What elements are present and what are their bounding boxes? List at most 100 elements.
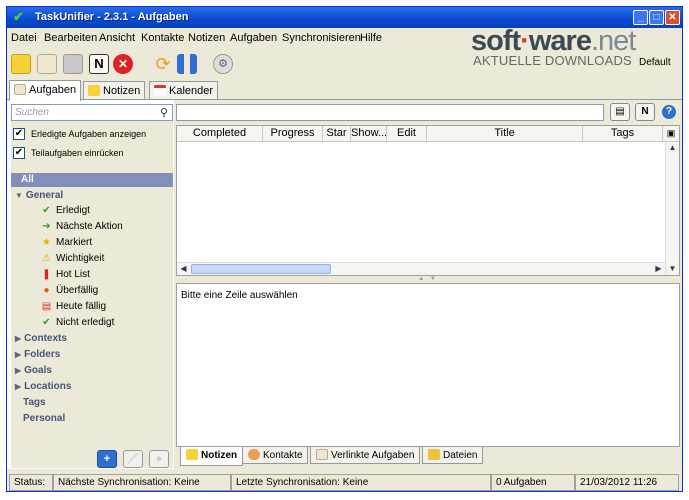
scroll-up-icon[interactable]: ▲ <box>666 142 679 154</box>
tree-item-ueberfaellig[interactable]: ● Überfällig <box>41 285 98 296</box>
scroll-right-icon[interactable]: ▶ <box>652 263 665 275</box>
note-button[interactable]: N <box>635 103 655 121</box>
next-action-icon: ➔ <box>42 221 51 232</box>
menu-hilfe[interactable]: Hilfe <box>360 32 382 44</box>
calendar-tab-icon <box>154 85 166 96</box>
tab-notizen-label: Notizen <box>103 85 141 97</box>
tree-group-locations[interactable]: ▶ Locations <box>15 381 71 392</box>
column-chooser-icon[interactable]: ▣ <box>663 126 679 142</box>
settings-icon[interactable]: ⚙ <box>213 54 233 74</box>
split-divider[interactable]: · · · · · · · ▲ ▼ · · · · · · · <box>176 276 680 283</box>
sidebar: Suchen ⚲ ✔ Erledigte Aufgaben anzeigen ✔ … <box>11 104 173 468</box>
collapsed-arrow-icon: ▶ <box>15 382 22 391</box>
status-bar: Status: Nächste Synchronisation: Keine L… <box>7 472 682 491</box>
category-tree: All ▼ General ✔ Erledigt ➔ Nächste Aktion ★… <box>11 173 173 433</box>
content-pane: ▤ N ? Completed Progress Star Show... Ed… <box>174 100 682 470</box>
column-star[interactable]: Star <box>323 126 351 142</box>
tree-item-nicht-erledigt[interactable]: ✔ Nicht erledigt <box>41 317 114 328</box>
menu-bearbeiten[interactable]: Bearbeiten <box>44 32 97 44</box>
search-placeholder: Suchen <box>15 107 49 118</box>
task-table: Completed Progress Star Show... Edit Tit… <box>176 125 680 276</box>
tab-aufgaben[interactable]: Aufgaben <box>9 80 82 101</box>
indent-subtasks-label: Teilaufgaben einrücken <box>31 148 124 158</box>
edit-category-button[interactable]: ／ <box>123 450 143 468</box>
tree-item-hot-list[interactable]: ❚ Hot List <box>41 269 90 280</box>
main-tabs: Aufgaben Notizen Kalender <box>7 80 682 101</box>
window-title: TaskUnifier - 2.3.1 - Aufgaben <box>35 11 189 23</box>
tree-group-folders[interactable]: ▶ Folders <box>15 349 60 360</box>
horizontal-scrollbar[interactable]: ◀ ▶ <box>177 262 665 275</box>
show-completed-checkbox[interactable]: ✔ <box>13 128 25 140</box>
pause-icon[interactable] <box>177 54 197 74</box>
sync-icon[interactable]: ⟳ <box>153 54 173 74</box>
tab-notizen[interactable]: Notizen <box>83 81 146 100</box>
app-window: ✔ TaskUnifier - 2.3.1 - Aufgaben _ □ ✕ D… <box>6 6 683 492</box>
tab-detail-kontakte[interactable]: Kontakte <box>242 447 309 464</box>
status-datetime: 21/03/2012 11:26 <box>575 474 679 491</box>
tree-item-markiert[interactable]: ★ Markiert <box>41 237 92 248</box>
watermark-logo: soft·ware.net <box>471 25 636 57</box>
star-icon: ★ <box>42 237 51 248</box>
notes-tab-icon <box>186 449 198 460</box>
tab-kalender[interactable]: Kalender <box>149 81 219 100</box>
column-show[interactable]: Show... <box>351 126 387 142</box>
delete-icon[interactable]: ✕ <box>113 54 133 74</box>
tree-item-heute-faellig[interactable]: ▤ Heute fällig <box>41 301 106 312</box>
new-subtask-icon[interactable] <box>37 54 57 74</box>
tab-detail-verlinkte-aufgaben[interactable]: Verlinkte Aufgaben <box>310 447 421 464</box>
status-label: Status: <box>9 474 53 491</box>
maximize-button[interactable]: □ <box>649 10 664 25</box>
search-input[interactable]: Suchen ⚲ <box>11 104 173 121</box>
tree-group-goals[interactable]: ▶ Goals <box>15 365 52 376</box>
tree-group-contexts[interactable]: ▶ Contexts <box>15 333 67 344</box>
tree-item-naechste-aktion[interactable]: ➔ Nächste Aktion <box>41 221 122 232</box>
column-edit[interactable]: Edit <box>387 126 427 142</box>
add-category-button[interactable]: + <box>97 450 117 468</box>
remove-category-button[interactable]: ● <box>149 450 169 468</box>
notes-tab-icon <box>88 85 100 96</box>
main-area: Suchen ⚲ ✔ Erledigte Aufgaben anzeigen ✔ … <box>7 99 682 470</box>
tree-item-erledigt[interactable]: ✔ Erledigt <box>41 205 90 216</box>
menu-aufgaben[interactable]: Aufgaben <box>230 32 277 44</box>
duplicate-icon[interactable] <box>63 54 83 74</box>
tree-item-wichtigkeit[interactable]: ⚠ Wichtigkeit <box>41 253 104 264</box>
menu-kontakte[interactable]: Kontakte <box>141 32 184 44</box>
scroll-down-icon[interactable]: ▼ <box>666 263 679 275</box>
scroll-left-icon[interactable]: ◀ <box>177 263 190 275</box>
warning-icon: ⚠ <box>42 253 51 264</box>
toolbar: N ✕ ⟳ ⚙ <box>7 48 467 80</box>
tab-detail-notizen[interactable]: Notizen <box>180 447 244 466</box>
tree-group-general[interactable]: ▼ General <box>15 190 63 201</box>
menu-ansicht[interactable]: Ansicht <box>99 32 135 44</box>
column-completed[interactable]: Completed <box>177 126 263 142</box>
close-button[interactable]: ✕ <box>665 10 680 25</box>
new-task-icon[interactable] <box>11 54 31 74</box>
search-icon[interactable]: ⚲ <box>160 106 168 119</box>
indent-subtasks-checkbox[interactable]: ✔ <box>13 147 25 159</box>
column-progress[interactable]: Progress <box>263 126 323 142</box>
check-icon: ✔ <box>42 317 51 328</box>
menu-notizen[interactable]: Notizen <box>188 32 225 44</box>
tree-item-all[interactable]: All <box>11 173 173 187</box>
tree-group-tags[interactable]: Tags <box>23 397 46 408</box>
task-template-button[interactable]: ▤ <box>610 103 630 121</box>
detail-panel: Bitte eine Zeile auswählen <box>176 283 680 447</box>
column-title[interactable]: Title <box>427 126 583 142</box>
column-tags[interactable]: Tags <box>583 126 663 142</box>
expanded-arrow-icon: ▼ <box>15 191 23 200</box>
folder-icon <box>428 449 440 460</box>
menu-synchronisieren[interactable]: Synchronisieren <box>282 32 361 44</box>
profile-label[interactable]: Default <box>639 57 671 68</box>
notes-icon[interactable]: N <box>89 54 109 74</box>
tab-kalender-label: Kalender <box>169 85 214 97</box>
help-icon[interactable]: ? <box>662 105 676 119</box>
app-logo-icon: ✔ <box>13 9 24 24</box>
menu-datei[interactable]: Datei <box>11 32 37 44</box>
tab-detail-dateien[interactable]: Dateien <box>422 447 484 464</box>
vertical-scrollbar[interactable]: ▲ ▼ <box>665 142 679 275</box>
filter-input[interactable] <box>176 104 604 121</box>
tasks-icon <box>14 84 26 95</box>
scroll-thumb[interactable] <box>191 264 331 274</box>
minimize-button[interactable]: _ <box>633 10 648 25</box>
tree-group-personal[interactable]: Personal <box>23 413 65 424</box>
